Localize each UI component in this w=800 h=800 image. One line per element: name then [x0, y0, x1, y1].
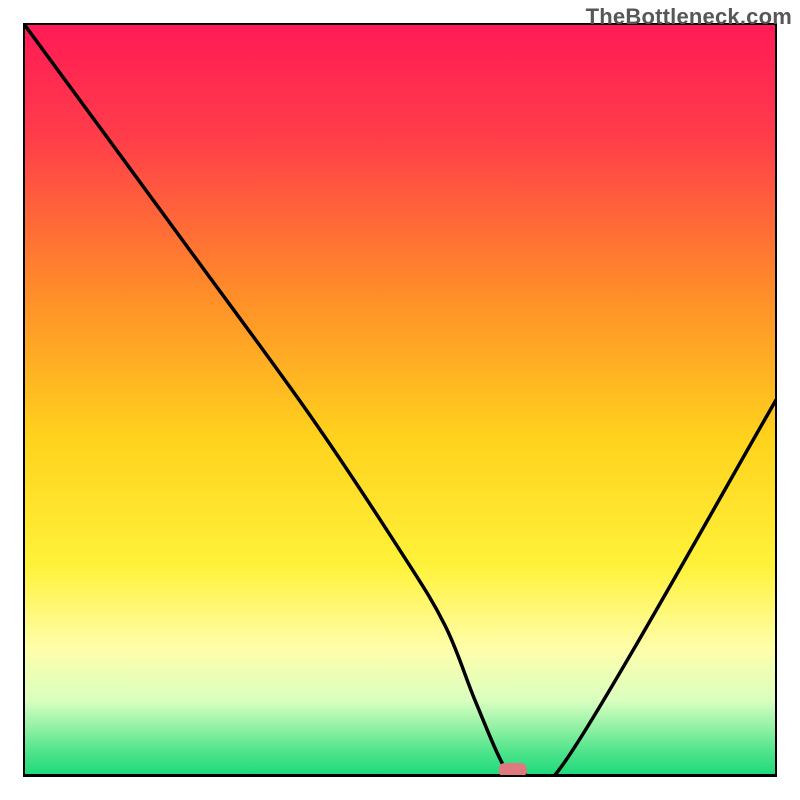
optimal-marker-icon [499, 763, 527, 777]
watermark-text: TheBottleneck.com [586, 4, 792, 30]
bottleneck-chart [0, 0, 800, 800]
chart-container: TheBottleneck.com [0, 0, 800, 800]
gradient-background [24, 24, 776, 776]
